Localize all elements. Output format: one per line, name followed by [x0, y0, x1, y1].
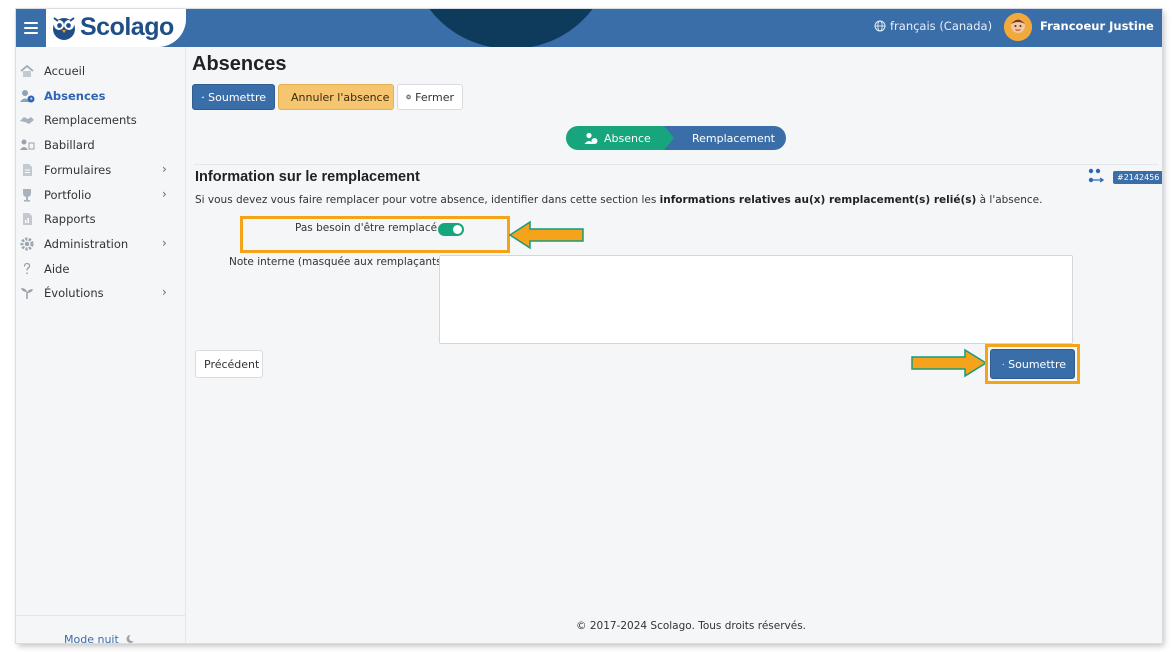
- page-title: Absences: [192, 53, 287, 75]
- avatar[interactable]: [1004, 13, 1032, 41]
- previous-button-label: Précédent: [204, 357, 260, 371]
- sidebar-item-accueil[interactable]: Accueil: [16, 59, 185, 83]
- user-clock-icon: [20, 90, 35, 103]
- no-replacement-toggle[interactable]: [438, 223, 464, 236]
- sidebar-item-babillard[interactable]: Babillard: [16, 133, 185, 157]
- workflow-icon[interactable]: [1087, 168, 1107, 184]
- language-selector[interactable]: français (Canada): [874, 19, 992, 33]
- sidebar-item-evolutions[interactable]: Évolutions ›: [16, 281, 185, 305]
- page-footer: © 2017-2024 Scolago. Tous droits réservé…: [576, 620, 807, 632]
- report-icon: [23, 213, 32, 225]
- chevron-right-icon: ›: [162, 285, 167, 299]
- header-decoration: [411, 9, 611, 47]
- submit-button-label: Soumettre: [208, 90, 266, 104]
- step-remplacement[interactable]: Remplacement: [664, 126, 786, 150]
- sidebar-footer: Mode nuit: [16, 615, 185, 643]
- sidebar-item-label: Remplacements: [44, 113, 137, 127]
- sidebar-item-label: Babillard: [44, 138, 95, 152]
- globe-icon: [874, 20, 886, 32]
- night-mode-toggle[interactable]: Mode nuit: [64, 633, 135, 643]
- section-description: Si vous devez vous faire remplacer pour …: [195, 194, 1042, 206]
- submit-button[interactable]: Soumettre: [192, 84, 275, 110]
- section-divider: [194, 164, 1158, 165]
- section-title: Information sur le remplacement: [195, 169, 420, 185]
- app-window: Scolago français (Canada) Francoeur Just…: [16, 9, 1162, 643]
- no-replacement-label: Pas besoin d'être remplacé: [295, 222, 438, 234]
- close-button-label: Fermer: [415, 90, 454, 104]
- sidebar-item-remplacements[interactable]: Remplacements: [16, 108, 185, 132]
- description-bold-text: informations relatives au(x) remplacemen…: [659, 194, 977, 206]
- language-label: français (Canada): [890, 19, 993, 33]
- step-label: Remplacement: [692, 131, 775, 145]
- paper-plane-icon: [1002, 363, 1004, 365]
- question-icon: [23, 262, 31, 275]
- step-label: Absence: [604, 131, 651, 145]
- internal-note-textarea[interactable]: [439, 255, 1073, 344]
- board-icon: [20, 139, 35, 150]
- sidebar-item-formulaires[interactable]: Formulaires ›: [16, 158, 185, 182]
- description-text-end: à l'absence.: [976, 194, 1043, 206]
- sidebar: Accueil Absences Remplacements Babillard…: [16, 47, 186, 643]
- sidebar-item-administration[interactable]: Administration ›: [16, 232, 185, 256]
- step-absence[interactable]: Absence: [566, 126, 674, 150]
- cancel-absence-label: Annuler l'absence: [291, 90, 390, 104]
- brand-area: Scolago: [16, 9, 186, 47]
- close-button[interactable]: Fermer: [397, 84, 463, 110]
- sidebar-item-aide[interactable]: Aide: [16, 257, 185, 281]
- sidebar-item-absences[interactable]: Absences: [16, 84, 185, 108]
- owl-logo-icon: [53, 17, 75, 40]
- previous-button[interactable]: Précédent: [195, 350, 263, 378]
- sidebar-item-rapports[interactable]: Rapports: [16, 207, 185, 231]
- sidebar-item-label: Portfolio: [44, 188, 92, 202]
- top-bar: Scolago français (Canada) Francoeur Just…: [16, 9, 1162, 47]
- sidebar-item-label: Administration: [44, 237, 129, 251]
- toggle-knob: [453, 225, 462, 234]
- sidebar-item-label: Absences: [44, 89, 106, 103]
- sidebar-item-label: Évolutions: [44, 286, 104, 300]
- document-icon: [23, 164, 32, 176]
- menu-toggle-icon[interactable]: [16, 9, 46, 47]
- moon-icon: [126, 634, 135, 643]
- trophy-icon: [23, 189, 31, 202]
- user-name[interactable]: Francoeur Justine: [1040, 19, 1154, 33]
- chevron-right-icon: ›: [162, 162, 167, 176]
- user-clock-icon: [584, 132, 598, 144]
- gear-icon: [20, 237, 34, 251]
- description-text: Si vous devez vous faire remplacer pour …: [195, 194, 660, 206]
- sidebar-item-label: Formulaires: [44, 163, 112, 177]
- close-circle-icon: [406, 94, 411, 100]
- cancel-absence-button[interactable]: Annuler l'absence: [278, 84, 394, 110]
- record-id-badge: #2142456: [1113, 171, 1162, 184]
- chevron-right-icon: ›: [162, 236, 167, 250]
- sprout-icon: [21, 288, 33, 299]
- right-arrow-annotation-icon: [911, 348, 988, 378]
- home-icon: [20, 64, 34, 77]
- user-avatar-icon: [1004, 13, 1032, 41]
- sidebar-item-label: Aide: [44, 262, 70, 276]
- internal-note-label: Note interne (masquée aux remplaçants): [229, 256, 446, 268]
- sidebar-item-label: Rapports: [44, 212, 96, 226]
- brand-name[interactable]: Scolago: [80, 11, 174, 43]
- handshake-icon: [20, 117, 34, 124]
- paper-plane-icon: [201, 95, 204, 99]
- submit-bottom-label: Soumettre: [1008, 357, 1066, 371]
- left-arrow-annotation-icon: [508, 220, 584, 250]
- submit-bottom-button[interactable]: Soumettre: [990, 349, 1075, 379]
- sidebar-item-portfolio[interactable]: Portfolio ›: [16, 183, 185, 207]
- sidebar-item-label: Accueil: [44, 64, 86, 78]
- wizard-steps: Absence Remplacement: [566, 126, 786, 150]
- night-mode-label: Mode nuit: [64, 633, 119, 643]
- chevron-right-icon: ›: [162, 187, 167, 201]
